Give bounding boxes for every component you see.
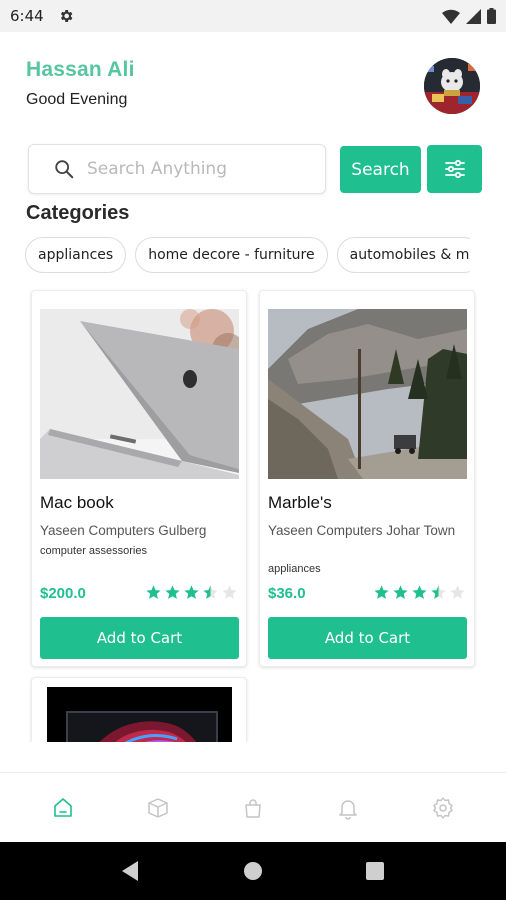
product-category: appliances bbox=[268, 563, 321, 575]
gear-icon bbox=[60, 10, 73, 22]
nav-notifications[interactable] bbox=[328, 788, 368, 828]
product-price: $200.0 bbox=[40, 585, 86, 602]
star-icon bbox=[203, 585, 218, 599]
add-to-cart-button[interactable]: Add to Cart bbox=[268, 617, 467, 659]
box-icon bbox=[148, 797, 168, 818]
nav-cart[interactable] bbox=[233, 788, 273, 828]
user-name: Hassan Ali bbox=[26, 58, 135, 81]
settings-icon bbox=[432, 796, 453, 819]
star-icon bbox=[184, 585, 199, 599]
add-to-cart-button[interactable]: Add to Cart bbox=[40, 617, 239, 659]
search-row: Search bbox=[28, 144, 482, 194]
header: Hassan Ali Good Evening bbox=[26, 58, 482, 118]
product-title: Mac book bbox=[40, 493, 114, 512]
product-price: $36.0 bbox=[268, 585, 306, 602]
star-icon bbox=[222, 585, 237, 599]
home-icon bbox=[54, 797, 73, 817]
product-store: Yaseen Computers Johar Town bbox=[268, 523, 456, 538]
greeting: Good Evening bbox=[26, 91, 128, 108]
product-image bbox=[40, 309, 239, 479]
nav-settings[interactable] bbox=[423, 788, 463, 828]
rating-stars bbox=[373, 584, 466, 601]
system-nav-bar bbox=[0, 842, 506, 900]
home-circle-icon[interactable] bbox=[243, 861, 263, 881]
bottom-nav bbox=[0, 772, 506, 842]
star-icon bbox=[165, 585, 180, 599]
rating-stars bbox=[145, 584, 238, 601]
nav-products[interactable] bbox=[138, 788, 178, 828]
star-icon bbox=[450, 585, 465, 599]
search-icon bbox=[55, 160, 74, 179]
battery-icon bbox=[487, 8, 496, 24]
back-icon[interactable] bbox=[121, 861, 140, 881]
status-bar: 6:44 bbox=[0, 0, 506, 32]
product-title: Marble's bbox=[268, 493, 332, 512]
status-time: 6:44 bbox=[10, 7, 44, 25]
star-icon bbox=[374, 585, 389, 599]
product-card[interactable] bbox=[31, 677, 247, 742]
bag-icon bbox=[245, 798, 261, 818]
status-indicators bbox=[442, 8, 496, 24]
product-card[interactable]: Marble's Yaseen Computers Johar Town app… bbox=[259, 290, 475, 667]
recents-icon[interactable] bbox=[366, 862, 385, 880]
product-grid[interactable]: Mac book Yaseen Computers Gulberg comput… bbox=[0, 288, 506, 742]
product-image bbox=[47, 687, 232, 742]
category-chip[interactable]: home decore - furniture bbox=[135, 237, 328, 273]
star-icon bbox=[146, 585, 161, 599]
bell-icon bbox=[339, 799, 357, 820]
nav-home[interactable] bbox=[43, 788, 83, 828]
search-input[interactable] bbox=[87, 159, 307, 179]
star-icon bbox=[412, 585, 427, 599]
search-box[interactable] bbox=[28, 144, 326, 194]
category-chip[interactable]: appliances bbox=[25, 237, 127, 273]
signal-icon bbox=[466, 8, 481, 24]
star-icon bbox=[431, 585, 446, 599]
category-chip[interactable]: automobiles & m bbox=[336, 237, 470, 273]
product-store: Yaseen Computers Gulberg bbox=[40, 523, 207, 538]
product-image bbox=[268, 309, 467, 479]
avatar[interactable] bbox=[424, 58, 480, 114]
product-category: computer assessories bbox=[40, 545, 147, 557]
product-card[interactable]: Mac book Yaseen Computers Gulberg comput… bbox=[31, 290, 247, 667]
wifi-icon bbox=[442, 9, 460, 24]
category-chips: appliances home decore - furniture automob… bbox=[25, 237, 470, 273]
star-icon bbox=[393, 585, 408, 599]
avatar-image bbox=[424, 58, 480, 114]
search-button[interactable]: Search bbox=[340, 146, 421, 193]
sliders-icon bbox=[444, 159, 465, 179]
categories-title: Categories bbox=[26, 202, 130, 224]
filter-button[interactable] bbox=[427, 145, 482, 193]
